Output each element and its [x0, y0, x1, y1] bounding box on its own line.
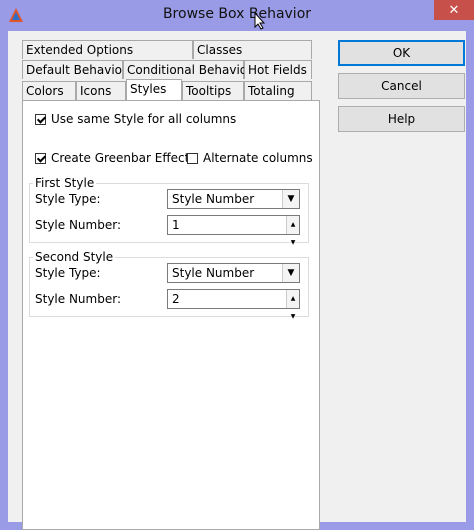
tab-hot-fields[interactable]: Hot Fields [244, 60, 312, 79]
tab-label: Styles [130, 82, 167, 96]
chevron-down-icon[interactable]: ▼ [282, 190, 299, 208]
same-style-label: Use same Style for all columns [51, 112, 237, 126]
second-style-number-spinner[interactable]: 2 ▲ ▼ [167, 289, 300, 320]
cancel-button[interactable]: Cancel [338, 73, 465, 99]
tab-label: Extended Options [26, 43, 134, 57]
first-style-number-label: Style Number: [35, 218, 121, 232]
close-button[interactable]: ✕ [434, 0, 474, 20]
first-style-type-label: Style Type: [35, 192, 101, 206]
first-style-number-spinner[interactable]: 1 ▲ ▼ [167, 215, 300, 246]
tab-label: Conditional Behavior [127, 63, 253, 77]
alternate-columns-checkbox[interactable]: Alternate columns [187, 151, 313, 165]
styles-tab-panel: Use same Style for all columns Create Gr… [22, 100, 320, 530]
second-style-number-label: Style Number: [35, 292, 121, 306]
select-value: Style Number [172, 192, 255, 206]
tab-classes[interactable]: Classes [193, 40, 312, 59]
tab-tooltips[interactable]: Tooltips [182, 81, 244, 100]
second-style-type-select[interactable]: Style Number ▼ [167, 263, 300, 283]
spin-arrows-icon[interactable]: ▲ ▼ [286, 290, 299, 320]
greenbar-label: Create Greenbar Effect [51, 151, 190, 165]
tab-extended-options[interactable]: Extended Options [22, 40, 193, 59]
window-title: Browse Box Behavior [162, 6, 312, 22]
tab-totaling[interactable]: Totaling [244, 81, 312, 100]
ok-button[interactable]: OK [338, 40, 465, 66]
checkbox-box[interactable] [35, 113, 46, 125]
alternate-label: Alternate columns [203, 151, 313, 165]
tab-label: Colors [26, 84, 64, 98]
select-value: Style Number [172, 266, 255, 280]
spinner-value: 2 [172, 292, 180, 306]
tab-label: Tooltips [186, 84, 232, 98]
tab-label: Hot Fields [248, 63, 307, 77]
tab-label: Classes [197, 43, 243, 57]
tab-label: Totaling [248, 84, 295, 98]
second-style-legend: Second Style [33, 250, 116, 264]
spin-arrows-icon[interactable]: ▲ ▼ [286, 216, 299, 246]
chevron-down-icon[interactable]: ▼ [282, 264, 299, 282]
tab-styles[interactable]: Styles [126, 79, 182, 100]
help-button[interactable]: Help [338, 106, 465, 132]
tab-conditional-behavior[interactable]: Conditional Behavior [123, 60, 252, 79]
tab-label: Icons [80, 84, 112, 98]
first-style-legend: First Style [33, 176, 97, 190]
tab-default-behavior[interactable]: Default Behavior [22, 60, 127, 79]
spinner-value: 1 [172, 218, 180, 232]
tab-colors[interactable]: Colors [22, 81, 76, 100]
close-icon: ✕ [448, 2, 460, 18]
first-style-type-select[interactable]: Style Number ▼ [167, 189, 300, 209]
checkbox-box[interactable] [35, 152, 46, 164]
mouse-pointer-icon [254, 12, 266, 30]
second-style-type-label: Style Type: [35, 266, 101, 280]
tab-label: Default Behavior [26, 63, 127, 77]
greenbar-checkbox[interactable]: Create Greenbar Effect [35, 151, 189, 165]
checkbox-box[interactable] [187, 152, 198, 164]
tab-icons[interactable]: Icons [76, 81, 126, 100]
same-style-checkbox[interactable]: Use same Style for all columns [35, 112, 236, 126]
title-bar[interactable]: Browse Box Behavior ✕ [0, 0, 474, 30]
